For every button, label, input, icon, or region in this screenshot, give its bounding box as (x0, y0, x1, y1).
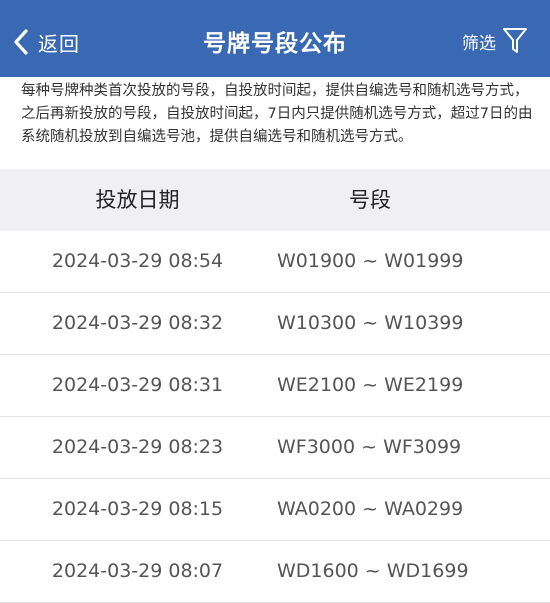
table-header: 投放日期 号段 (0, 169, 550, 231)
segment-column-header: 号段 (349, 188, 391, 212)
rules-notice: 每种号牌种类首次投放的号段，自投放时间起，提供自编选号和随机选号方式，之后再新投… (0, 77, 550, 169)
table-row[interactable]: 2024-03-29 08:23 WF3000 ~ WF3099 (0, 417, 550, 479)
plate-segment: WD1600 ~ WD1699 (277, 560, 469, 582)
funnel-icon (503, 28, 527, 53)
release-date: 2024-03-29 08:54 (51, 250, 224, 272)
table-row[interactable]: 2024-03-29 08:15 WA0200 ~ WA0299 (0, 479, 550, 541)
release-date: 2024-03-29 08:07 (51, 560, 224, 582)
plate-segment: W10300 ~ W10399 (277, 312, 464, 334)
back-button[interactable]: 返回 (12, 22, 80, 62)
filter-button[interactable]: 筛选 (462, 26, 528, 56)
release-date: 2024-03-29 08:23 (51, 436, 224, 458)
plate-segment: WF3000 ~ WF3099 (277, 436, 462, 458)
table-row[interactable]: 2024-03-29 08:31 WE2100 ~ WE2199 (0, 355, 550, 417)
top-nav-bar: 返回 号牌号段公布 筛选 (0, 0, 550, 77)
plate-segment: WA0200 ~ WA0299 (277, 498, 464, 520)
release-date: 2024-03-29 08:15 (51, 498, 224, 520)
filter-label: 筛选 (462, 33, 496, 54)
release-date: 2024-03-29 08:32 (51, 312, 224, 334)
table-row[interactable]: 2024-03-29 08:32 W10300 ~ W10399 (0, 293, 550, 355)
date-column-header: 投放日期 (95, 188, 180, 212)
segment-list: 2024-03-29 08:54 W01900 ~ W01999 2024-03… (0, 231, 550, 603)
table-row[interactable]: 2024-03-29 08:07 WD1600 ~ WD1699 (0, 541, 550, 603)
plate-segment: WE2100 ~ WE2199 (277, 374, 464, 396)
plate-segment: W01900 ~ W01999 (277, 250, 464, 272)
back-label: 返回 (38, 31, 80, 56)
release-date: 2024-03-29 08:31 (51, 374, 224, 396)
chevron-left-icon (14, 29, 28, 55)
table-row[interactable]: 2024-03-29 08:54 W01900 ~ W01999 (0, 231, 550, 293)
